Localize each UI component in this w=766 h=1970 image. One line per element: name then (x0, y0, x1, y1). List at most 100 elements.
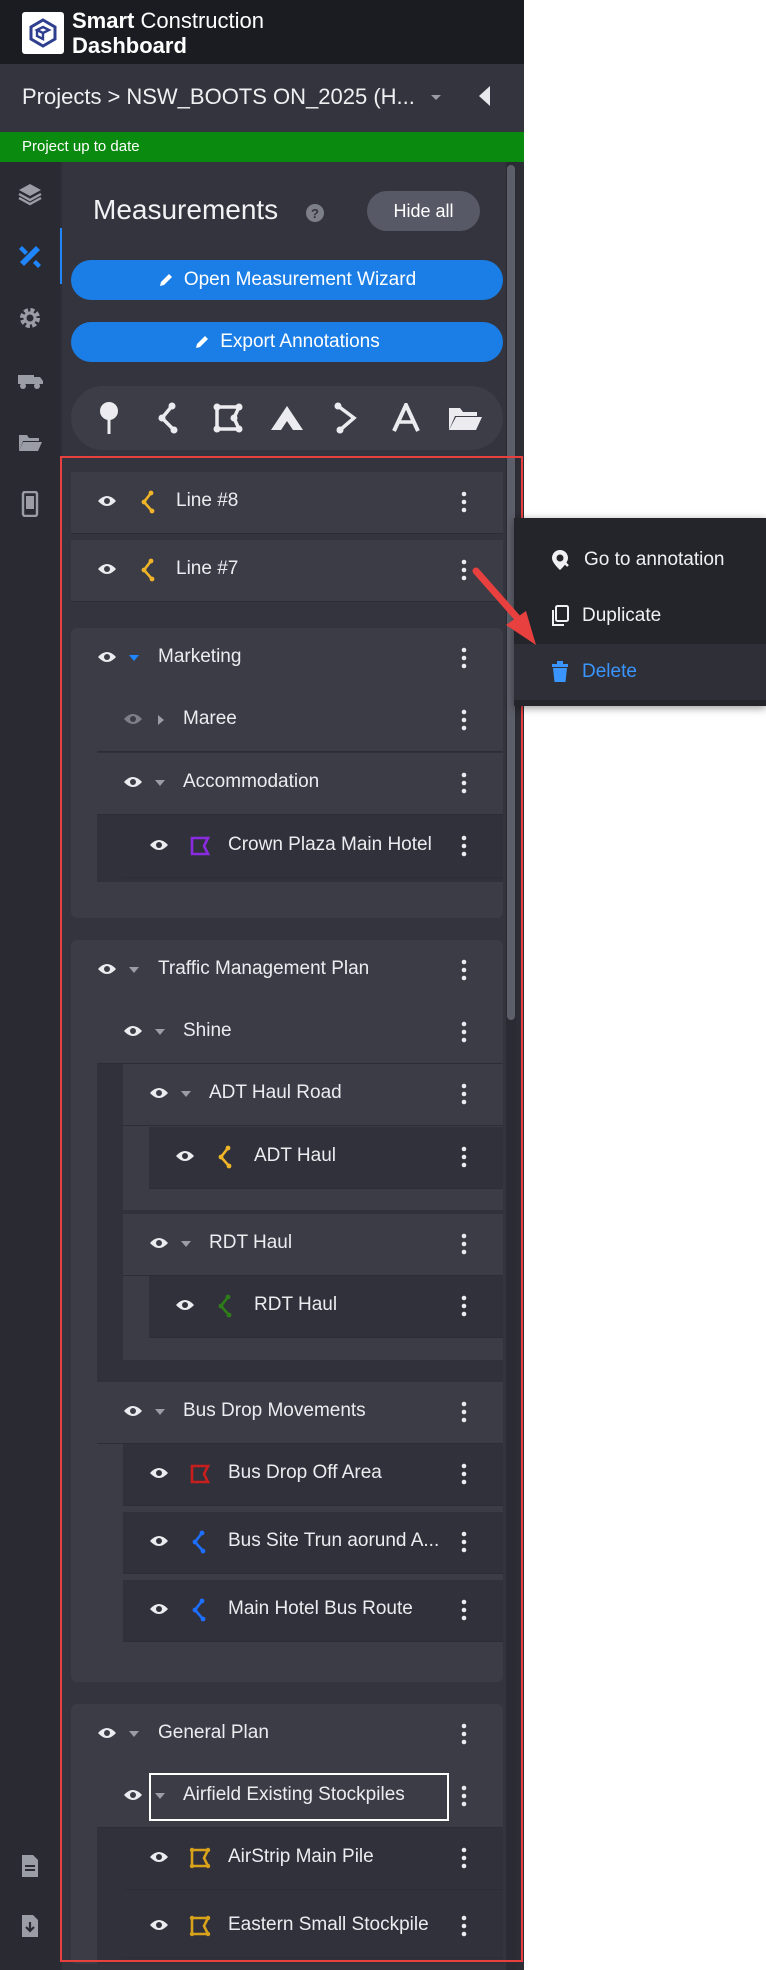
more-options-icon[interactable] (460, 1785, 468, 1807)
list-item[interactable]: Bus Site Trun aorund A... (123, 1512, 503, 1574)
annotation-label: Bus Drop Off Area (228, 1462, 382, 1483)
more-options-icon[interactable] (460, 1295, 468, 1317)
caret-down-icon[interactable] (180, 1239, 192, 1249)
more-options-icon[interactable] (460, 1233, 468, 1255)
group-header-maree[interactable]: Maree (97, 690, 503, 752)
list-item[interactable]: Line #8 (71, 472, 503, 534)
list-item[interactable]: Line #7 (71, 540, 503, 602)
group-header-marketing[interactable]: Marketing (71, 628, 503, 690)
more-options-icon[interactable] (460, 1401, 468, 1423)
help-icon[interactable]: ? (306, 204, 324, 222)
open-measurement-wizard-button[interactable]: Open Measurement Wizard (71, 260, 503, 300)
project-selector[interactable]: NSW_BOOTS ON_2025 (H... (126, 84, 415, 110)
caret-down-icon[interactable] (128, 1729, 140, 1739)
list-item[interactable]: ADT Haul (149, 1127, 503, 1189)
eye-icon[interactable] (123, 712, 143, 726)
collapse-panel-icon[interactable] (476, 84, 492, 108)
caret-down-icon[interactable] (154, 1027, 166, 1037)
more-options-icon[interactable] (460, 959, 468, 981)
caret-down-icon[interactable] (128, 965, 140, 975)
gear-icon[interactable] (0, 290, 60, 346)
eye-icon[interactable] (97, 962, 117, 976)
eye-icon[interactable] (123, 1788, 143, 1802)
group-header-general-plan[interactable]: General Plan (71, 1704, 503, 1766)
more-options-icon[interactable] (460, 1847, 468, 1869)
caret-down-icon[interactable] (128, 653, 140, 663)
more-options-icon[interactable] (460, 1083, 468, 1105)
more-options-icon[interactable] (460, 1146, 468, 1168)
eye-icon[interactable] (149, 1850, 169, 1864)
breadcrumb: Projects > NSW_BOOTS ON_2025 (H... (0, 64, 524, 132)
chevron-down-icon[interactable] (429, 92, 443, 102)
more-options-icon[interactable] (460, 835, 468, 857)
breadcrumb-projects[interactable]: Projects (22, 84, 101, 110)
layers-icon[interactable] (0, 166, 60, 222)
pin-tool-icon[interactable] (87, 396, 131, 440)
mobile-device-icon[interactable] (0, 476, 60, 532)
eye-icon[interactable] (123, 1404, 143, 1418)
eye-icon[interactable] (123, 1024, 143, 1038)
list-item[interactable]: AirStrip Main Pile (123, 1828, 503, 1890)
download-file-icon[interactable] (0, 1898, 60, 1954)
group-header-bus-drop-movements[interactable]: Bus Drop Movements (97, 1382, 503, 1444)
eye-icon[interactable] (149, 1918, 169, 1932)
open-folder-icon[interactable] (443, 396, 487, 440)
eye-icon[interactable] (175, 1149, 195, 1163)
eye-icon[interactable] (149, 1602, 169, 1616)
eye-icon[interactable] (97, 1726, 117, 1740)
list-item[interactable]: Crown Plaza Main Hotel (123, 816, 503, 878)
eye-icon[interactable] (149, 1466, 169, 1480)
list-item[interactable]: Bus Drop Off Area (123, 1444, 503, 1506)
eye-icon[interactable] (97, 562, 117, 576)
group-header-rdt-haul[interactable]: RDT Haul (123, 1214, 503, 1276)
more-options-icon[interactable] (460, 709, 468, 731)
group-header-accommodation[interactable]: Accommodation (97, 753, 503, 815)
profile-tool-icon[interactable] (324, 396, 368, 440)
more-options-icon[interactable] (460, 1599, 468, 1621)
more-options-icon[interactable] (460, 559, 468, 581)
vehicle-icon[interactable] (0, 352, 60, 408)
group-header-traffic-management-plan[interactable]: Traffic Management Plan (71, 940, 503, 1002)
polygon-tool-icon[interactable] (206, 396, 250, 440)
copy-icon (552, 605, 569, 626)
document-icon[interactable] (0, 1838, 60, 1894)
list-item[interactable]: RDT Haul (149, 1276, 503, 1338)
eye-icon[interactable] (123, 775, 143, 789)
more-options-icon[interactable] (460, 647, 468, 669)
eye-icon[interactable] (149, 1086, 169, 1100)
group-header-airfield-existing-stockpiles[interactable]: Airfield Existing Stockpiles (97, 1766, 503, 1828)
eye-icon[interactable] (149, 1534, 169, 1548)
text-tool-icon[interactable] (384, 396, 428, 440)
volume-tool-icon[interactable] (265, 396, 309, 440)
hide-all-button[interactable]: Hide all (367, 191, 480, 231)
caret-down-icon[interactable] (154, 1407, 166, 1417)
eye-icon[interactable] (149, 838, 169, 852)
group-label[interactable]: Airfield Existing Stockpiles (183, 1784, 405, 1806)
caret-right-icon[interactable] (156, 714, 166, 726)
eye-icon[interactable] (149, 1236, 169, 1250)
menu-item-delete[interactable]: Delete (514, 644, 766, 700)
list-item[interactable]: Main Hotel Bus Route (123, 1580, 503, 1642)
eye-icon[interactable] (97, 494, 117, 508)
group-header-shine[interactable]: Shine (97, 1002, 503, 1064)
more-options-icon[interactable] (460, 1915, 468, 1937)
list-item[interactable]: Eastern Small Stockpile (123, 1896, 503, 1958)
more-options-icon[interactable] (460, 1723, 468, 1745)
more-options-icon[interactable] (460, 1021, 468, 1043)
more-options-icon[interactable] (460, 1463, 468, 1485)
measure-tools-icon[interactable] (0, 228, 60, 284)
polyline-tool-icon[interactable] (146, 396, 190, 440)
more-options-icon[interactable] (460, 772, 468, 794)
eye-icon[interactable] (97, 650, 117, 664)
caret-down-icon[interactable] (180, 1089, 192, 1099)
more-options-icon[interactable] (460, 491, 468, 513)
caret-down-icon[interactable] (154, 778, 166, 788)
menu-item-go-to-annotation[interactable]: Go to annotation (514, 532, 766, 588)
group-header-adt-haul-road[interactable]: ADT Haul Road (123, 1064, 503, 1126)
folder-icon[interactable] (0, 414, 60, 470)
group-label: Maree (183, 708, 237, 729)
more-options-icon[interactable] (460, 1531, 468, 1553)
menu-item-duplicate[interactable]: Duplicate (514, 588, 766, 644)
eye-icon[interactable] (175, 1298, 195, 1312)
export-annotations-button[interactable]: Export Annotations (71, 322, 503, 362)
